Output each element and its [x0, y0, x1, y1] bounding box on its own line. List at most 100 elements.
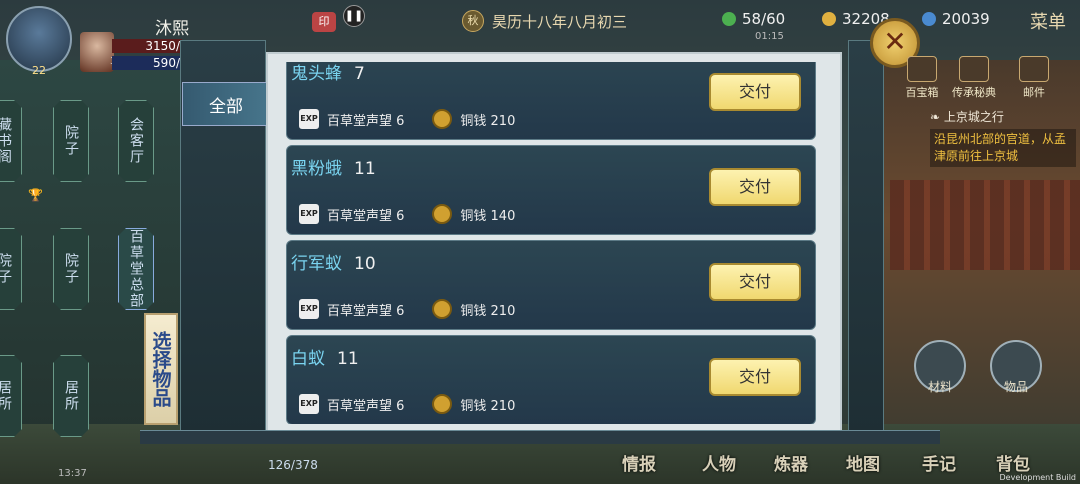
map-node[interactable]: 居所: [0, 355, 22, 437]
item-name: 鬼头蜂: [291, 64, 342, 84]
nav-map[interactable]: 地图: [846, 450, 880, 475]
stamina-value: 58/60: [742, 10, 786, 28]
reputation-reward: 百草堂声望 6: [327, 208, 405, 224]
mail-icon: [1019, 56, 1049, 82]
item-title: 黑粉蛾 11: [291, 154, 376, 179]
copper-coin-icon: [432, 109, 453, 129]
quest-tracker[interactable]: ❧ 上京城之行 沿昆州北部的官道，从孟津原前往上京城: [930, 108, 1076, 167]
map-node[interactable]: 院子: [0, 228, 22, 310]
seal-icon[interactable]: 印: [312, 12, 336, 32]
list-item: 白蚁 11 EXP 百草堂声望 6 铜钱 210 交付: [286, 335, 816, 424]
submit-button[interactable]: 交付: [709, 263, 801, 301]
background-roof: [890, 180, 1080, 270]
quest-title-text: 上京城之行: [943, 110, 1004, 124]
map-node[interactable]: 居所: [53, 355, 89, 437]
date-text: 昊历十八年八月初三: [492, 12, 628, 31]
dev-build-label: Development Build: [999, 473, 1076, 482]
copper-reward: 铜钱 210: [460, 303, 516, 319]
submit-button[interactable]: 交付: [709, 358, 801, 396]
gem-value: 20039: [942, 10, 990, 28]
item-list[interactable]: 鬼头蜂 7 EXP 百草堂声望 6 铜钱 210 交付 黑粉蛾 11 EXP 百草堂…: [286, 62, 816, 424]
reputation-exp-icon: EXP: [299, 394, 319, 414]
mail-button[interactable]: 邮件: [1012, 56, 1056, 100]
list-item: 鬼头蜂 7 EXP 百草堂声望 6 铜钱 210 交付: [286, 62, 816, 140]
calendar-date: 秋 昊历十八年八月初三: [452, 8, 637, 34]
mail-label: 邮件: [1023, 86, 1045, 99]
copper-coin-icon: [432, 394, 453, 414]
item-name: 白蚁: [291, 349, 325, 369]
book-icon: [959, 56, 989, 82]
companion-avatar[interactable]: [80, 32, 114, 72]
item-rewards: EXP 百草堂声望 6 铜钱 140: [299, 204, 515, 224]
quest-description: 沿昆州北部的官道，从孟津原前往上京城: [930, 129, 1076, 167]
item-count: 10: [354, 254, 376, 274]
treasure-chest-label: 百宝箱: [905, 86, 939, 99]
map-node-current[interactable]: 百草堂总部: [118, 228, 154, 310]
stamina-icon: [722, 12, 736, 26]
reputation-reward: 百草堂声望 6: [327, 303, 405, 319]
nav-journal[interactable]: 手记: [922, 450, 956, 475]
stamina-counter[interactable]: 58/60: [722, 10, 785, 28]
hp-bar: 3150/: [112, 39, 182, 53]
quest-title: ❧ 上京城之行: [930, 110, 1004, 124]
treasure-chest-button[interactable]: 百宝箱: [900, 56, 944, 100]
map-node[interactable]: 院子: [53, 228, 89, 310]
reputation-exp-icon: EXP: [299, 204, 319, 224]
reputation-exp-icon: EXP: [299, 109, 319, 129]
coin-icon: [822, 12, 836, 26]
player-avatar[interactable]: [6, 6, 72, 72]
item-title: 行军蚁 10: [291, 249, 376, 274]
legacy-book-label: 传承秘典: [952, 86, 996, 99]
tab-all-label: 全部: [209, 96, 243, 117]
reputation-reward: 百草堂声望 6: [327, 398, 405, 414]
player-name: 沐熙: [155, 19, 189, 39]
mp-bar: 590/: [112, 56, 182, 70]
item-name: 行军蚁: [291, 254, 342, 274]
panel-right-frame: [848, 40, 884, 440]
submit-button[interactable]: 交付: [709, 73, 801, 111]
item-count: 11: [354, 159, 376, 179]
reputation-reward: 百草堂声望 6: [327, 113, 405, 129]
season-emblem-icon: 秋: [462, 10, 484, 32]
submit-items-panel: 全部 〉 选择物品 鬼头蜂 7 EXP百草堂声望 6 铜钱 210 交付 黑粉蛾…: [144, 40, 900, 450]
menu-button[interactable]: 菜单: [1030, 8, 1066, 34]
player-level: 22: [32, 64, 46, 77]
pause-button[interactable]: ❚❚: [343, 5, 365, 27]
map-node[interactable]: 藏书阁: [0, 100, 22, 182]
item-title: 白蚁 11: [291, 344, 359, 369]
bag-capacity: 126/378: [268, 458, 318, 472]
map-node[interactable]: 院子: [53, 100, 89, 182]
list-item: 黑粉蛾 11 EXP 百草堂声望 6 铜钱 140 交付: [286, 145, 816, 235]
nav-characters[interactable]: 人物: [702, 450, 736, 475]
item-title: 鬼头蜂 7: [291, 62, 365, 84]
list-item: 行军蚁 10 EXP 百草堂声望 6 铜钱 210 交付: [286, 240, 816, 330]
copper-reward: 铜钱 210: [460, 398, 516, 414]
item-count: 7: [354, 64, 365, 84]
item-name: 黑粉蛾: [291, 159, 342, 179]
item-count: 11: [337, 349, 359, 369]
nav-intel[interactable]: 情报: [622, 450, 656, 475]
gem-icon: [922, 12, 936, 26]
items-button[interactable]: 物品: [990, 340, 1042, 394]
item-rewards: EXP 百草堂声望 6 铜钱 210: [299, 299, 515, 319]
bottom-frame: [140, 430, 940, 444]
copper-reward: 铜钱 140: [460, 208, 516, 224]
copper-reward: 铜钱 210: [460, 113, 516, 129]
treasure-chest-icon: [907, 56, 937, 82]
map-node[interactable]: 会客厅: [118, 100, 154, 182]
nav-refining[interactable]: 炼器: [774, 450, 808, 475]
copper-coin-icon: [432, 299, 453, 319]
item-rewards: EXP 百草堂声望 6 铜钱 210: [299, 109, 515, 129]
trophy-icon: 🏆: [28, 188, 43, 202]
reputation-exp-icon: EXP: [299, 299, 319, 319]
gem-counter[interactable]: 20039: [922, 10, 990, 28]
nav-bag[interactable]: 背包: [996, 450, 1030, 475]
copper-coin-icon: [432, 204, 453, 224]
device-clock: 13:37: [58, 468, 87, 479]
select-item-banner: 选择物品: [144, 313, 178, 425]
item-rewards: EXP 百草堂声望 6 铜钱 210: [299, 394, 515, 414]
submit-button[interactable]: 交付: [709, 168, 801, 206]
item-list-frame: 鬼头蜂 7 EXP 百草堂声望 6 铜钱 210 交付 黑粉蛾 11 EXP 百草堂…: [266, 52, 842, 444]
legacy-book-button[interactable]: 传承秘典: [952, 56, 996, 100]
materials-button[interactable]: 材料: [914, 340, 966, 394]
